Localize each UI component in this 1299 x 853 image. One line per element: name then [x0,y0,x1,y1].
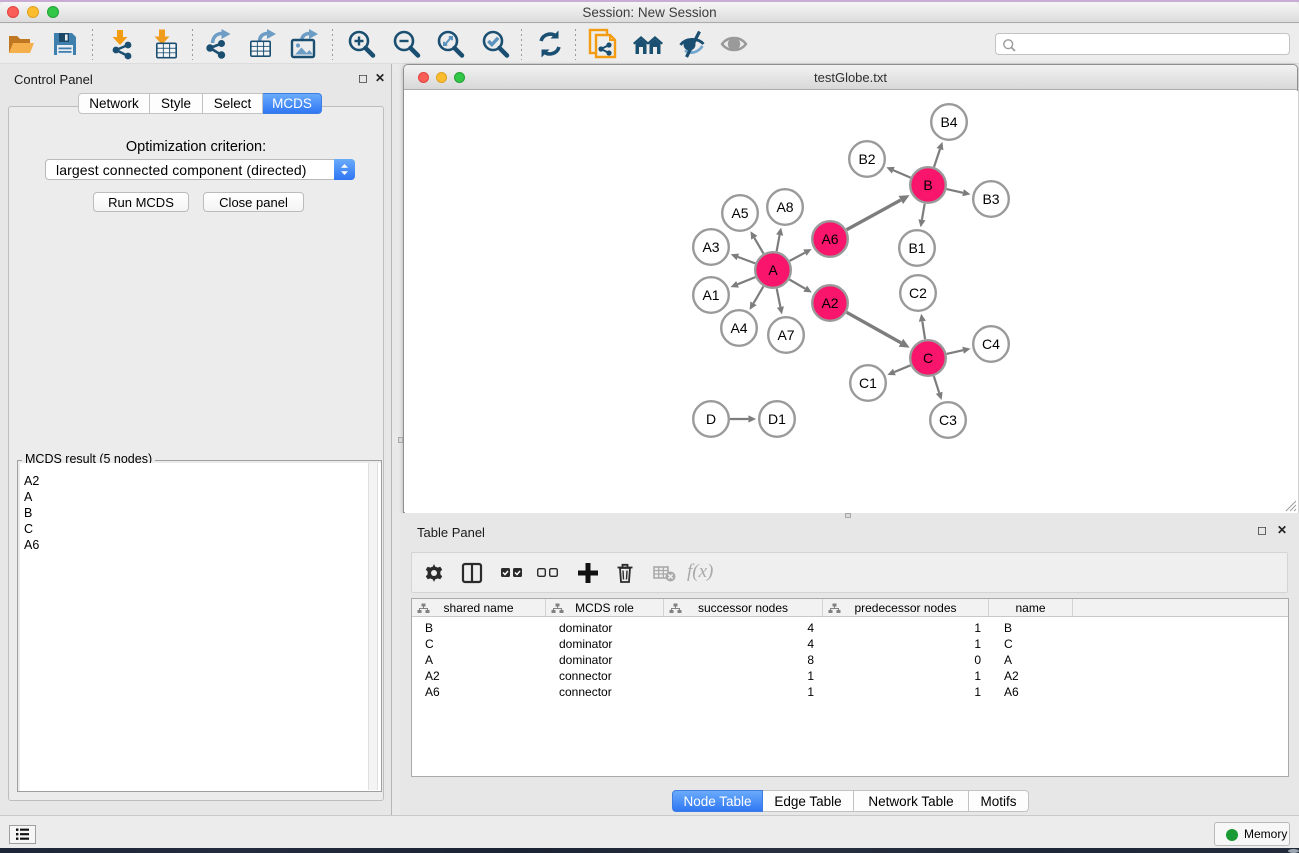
svg-text:A8: A8 [776,199,793,215]
svg-text:A5: A5 [731,205,748,221]
svg-text:C2: C2 [909,285,927,301]
svg-text:D: D [706,411,716,427]
svg-text:B: B [923,177,932,193]
svg-text:B2: B2 [858,151,875,167]
svg-text:D1: D1 [768,411,786,427]
svg-text:B3: B3 [982,191,999,207]
svg-text:C: C [923,350,933,366]
svg-text:C4: C4 [982,336,1000,352]
svg-text:A7: A7 [777,327,794,343]
svg-text:C1: C1 [859,375,877,391]
svg-text:B4: B4 [940,114,957,130]
svg-text:B1: B1 [908,240,925,256]
svg-text:A2: A2 [821,295,838,311]
svg-text:A3: A3 [702,239,719,255]
svg-text:C3: C3 [939,412,957,428]
svg-text:A6: A6 [821,231,838,247]
svg-text:A: A [768,262,778,278]
svg-text:A4: A4 [730,320,747,336]
svg-text:A1: A1 [702,287,719,303]
